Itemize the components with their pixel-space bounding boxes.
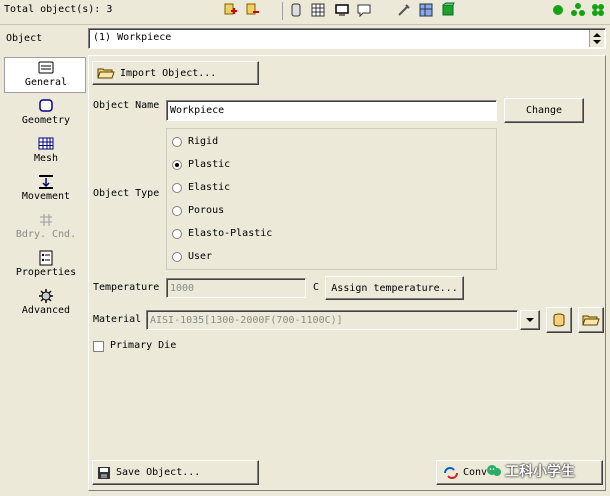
open-folder-icon <box>582 315 600 326</box>
database-icon <box>553 313 565 327</box>
import-object-button[interactable]: Import Object... <box>92 61 259 85</box>
comment-icon[interactable] <box>356 2 372 18</box>
type-option-rigid[interactable]: Rigid <box>172 136 218 147</box>
add-object-icon[interactable] <box>222 2 238 18</box>
change-button[interactable]: Change <box>504 98 584 123</box>
material-library-button[interactable] <box>546 307 572 333</box>
general-icon <box>38 61 54 74</box>
object-type-label: Object Type <box>93 188 160 199</box>
convert-icon <box>444 466 458 479</box>
import-object-label: Import Object... <box>120 67 217 79</box>
save-object-label: Save Object... <box>116 467 201 478</box>
nav-label: Mesh <box>33 153 59 164</box>
boundary-condition-icon <box>40 214 52 226</box>
material-label: Material <box>93 314 142 325</box>
assign-temperature-button[interactable]: Assign temperature... <box>325 276 464 300</box>
type-option-plastic[interactable]: Plastic <box>172 159 230 170</box>
nav-item-advanced[interactable]: Advanced <box>5 288 87 316</box>
object-icon[interactable] <box>288 2 304 18</box>
nav-item-general[interactable]: General <box>5 60 87 88</box>
nav-item-geometry[interactable]: Geometry <box>5 98 87 126</box>
save-object-button[interactable]: Save Object... <box>92 460 259 485</box>
toolbar-separator <box>282 2 283 20</box>
material-value: AISI-1035[1300-2000F(700-1100C)] <box>150 315 343 326</box>
nav-item-bdry-cnd: Bdry. Cnd. <box>5 212 87 240</box>
radio-button[interactable] <box>172 228 182 239</box>
temperature-field: 1000 <box>166 278 306 298</box>
nav-item-movement[interactable]: Movement <box>5 174 87 202</box>
type-label: Porous <box>188 205 225 216</box>
select-spinner[interactable] <box>589 30 604 47</box>
type-label: User <box>188 251 213 262</box>
movement-icon <box>39 175 53 189</box>
primary-die-checkbox[interactable] <box>93 341 104 352</box>
object-select-value: (1) Workpiece <box>93 32 172 43</box>
nav-label: Geometry <box>21 115 71 126</box>
object-select[interactable]: (1) Workpiece <box>88 28 606 49</box>
type-label: Elastic <box>188 182 231 193</box>
mesh-icon <box>38 137 54 150</box>
temperature-unit: C <box>313 282 320 293</box>
convert-label: Conv <box>463 467 488 478</box>
type-option-user[interactable]: User <box>172 251 212 262</box>
tool-icon[interactable] <box>396 2 412 18</box>
grid-box-icon[interactable] <box>418 2 434 18</box>
delete-object-icon[interactable] <box>244 2 260 18</box>
cluster-dot-icon[interactable] <box>590 2 606 18</box>
material-open-button[interactable] <box>578 307 604 333</box>
type-option-porous[interactable]: Porous <box>172 205 224 216</box>
nav-label: Movement <box>21 191 71 202</box>
assign-temperature-label: Assign temperature... <box>331 282 458 294</box>
advanced-icon <box>39 289 53 303</box>
mesh-view-icon[interactable] <box>310 2 326 18</box>
type-label: Elasto-Plastic <box>188 228 273 239</box>
radio-button[interactable] <box>172 182 182 193</box>
object-name-value: Workpiece <box>170 105 225 116</box>
green-dot-icon[interactable] <box>550 2 566 18</box>
radio-button[interactable] <box>172 251 182 262</box>
dropdown-arrow-icon <box>526 318 534 322</box>
radio-button[interactable] <box>172 205 182 216</box>
object-name-label: Object Name <box>93 100 160 111</box>
type-label: Rigid <box>188 136 219 147</box>
material-dropdown-button[interactable] <box>520 310 540 330</box>
nav-label: General <box>24 77 68 88</box>
nav-item-mesh[interactable]: Mesh <box>5 136 87 164</box>
multi-dot-icon[interactable] <box>570 2 586 18</box>
radio-button[interactable] <box>172 136 182 147</box>
change-label: Change <box>525 105 563 116</box>
temperature-value: 1000 <box>170 283 195 294</box>
nav-item-properties[interactable]: Properties <box>5 250 87 278</box>
type-option-elasto-plastic[interactable]: Elasto-Plastic <box>172 228 272 239</box>
green-cube-icon[interactable] <box>440 2 456 18</box>
type-option-elastic[interactable]: Elastic <box>172 182 230 193</box>
primary-die-label: Primary Die <box>110 340 177 351</box>
geometry-icon <box>39 99 53 112</box>
nav-label: Properties <box>15 267 77 278</box>
type-label: Plastic <box>188 159 231 170</box>
object-type-group <box>166 128 497 270</box>
spinner-arrows-icon <box>593 33 601 44</box>
nav-label: Bdry. Cnd. <box>15 229 77 240</box>
floppy-disk-icon <box>98 466 110 479</box>
display-icon[interactable] <box>334 2 350 18</box>
radio-button[interactable] <box>172 159 182 170</box>
object-label: Object <box>6 33 43 44</box>
open-folder-icon <box>97 68 115 79</box>
object-name-field[interactable]: Workpiece <box>166 100 497 121</box>
temperature-label: Temperature <box>93 282 160 293</box>
nav-label: Advanced <box>21 305 71 316</box>
watermark: 工科小学生 <box>486 460 602 482</box>
material-select: AISI-1035[1300-2000F(700-1100C)] <box>146 310 518 330</box>
watermark-text: 工科小学生 <box>505 464 575 480</box>
total-objects-text: Total object(s): 3 <box>4 4 113 15</box>
wechat-icon <box>487 465 501 476</box>
properties-icon <box>39 250 53 266</box>
